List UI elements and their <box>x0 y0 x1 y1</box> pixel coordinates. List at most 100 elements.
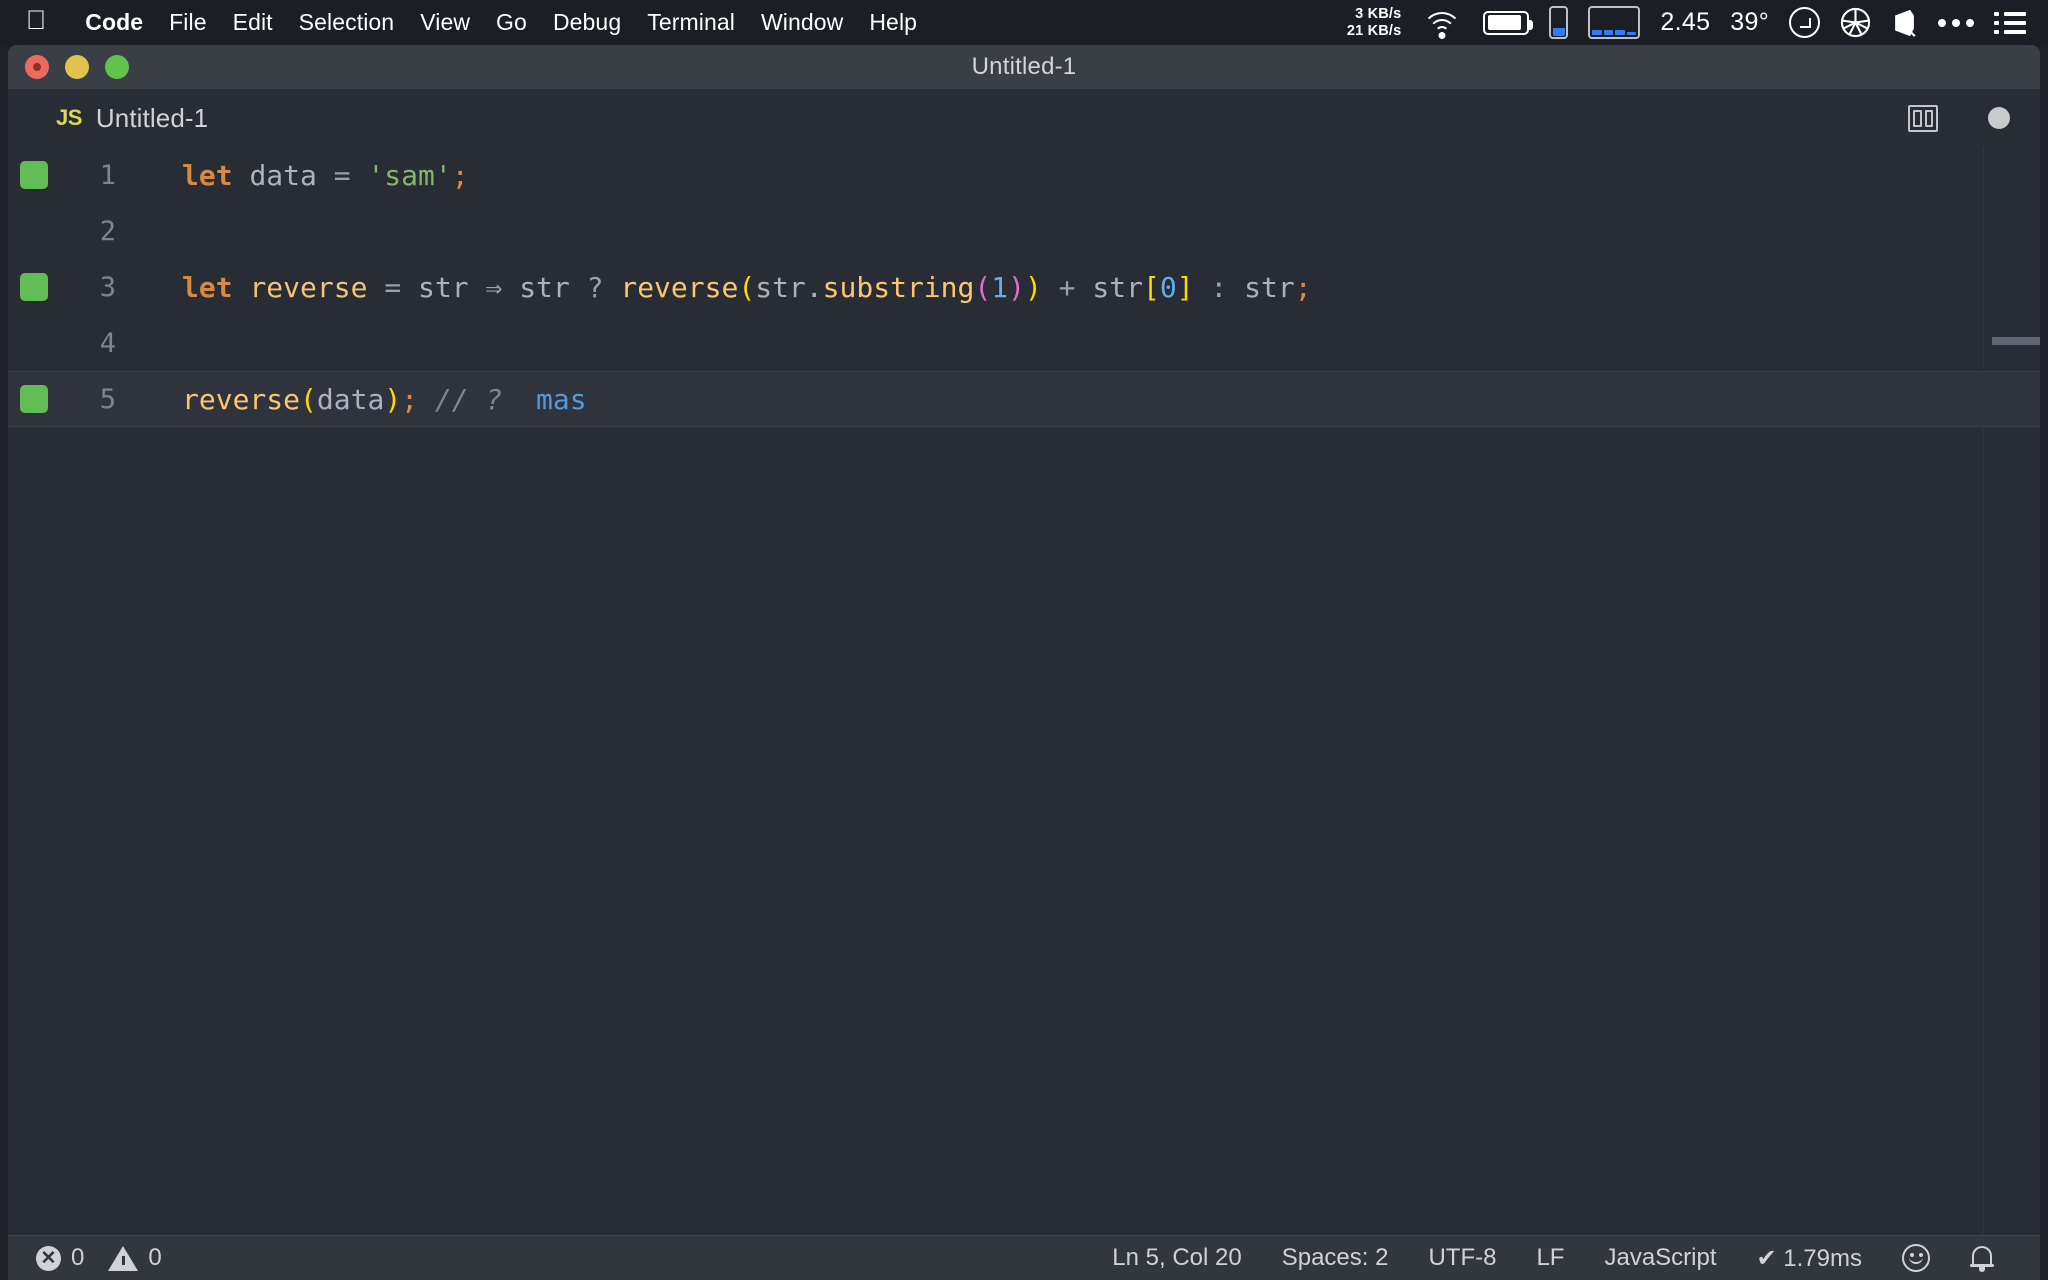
token-string: 'sam' <box>367 158 452 192</box>
cursor-position[interactable]: Ln 5, Col 20 <box>1092 1244 1261 1272</box>
ellipsis-icon[interactable] <box>1938 18 1974 27</box>
traffic-lights <box>25 45 129 89</box>
token-plus: + <box>1058 270 1076 304</box>
line-number: 2 <box>99 215 116 247</box>
tab-untitled-1[interactable]: JS Untitled-1 <box>8 89 231 147</box>
tab-label: Untitled-1 <box>95 102 209 133</box>
clock-hand <box>1800 18 1811 28</box>
zoom-button[interactable] <box>105 55 129 79</box>
battery-icon[interactable] <box>1483 10 1534 35</box>
error-icon: ✕ <box>36 1245 61 1271</box>
token-paren-outer-close: ) <box>1024 270 1042 304</box>
cpu-load-value[interactable]: 2.45 <box>1660 8 1710 37</box>
close-button[interactable] <box>25 55 49 79</box>
menu-item-debug[interactable]: Debug <box>540 9 634 36</box>
clock-circle-icon[interactable] <box>1789 7 1820 38</box>
token-call: reverse <box>620 270 739 304</box>
token-paren-open: ( <box>300 382 317 416</box>
token-function-name: reverse <box>249 270 368 304</box>
problems-indicator[interactable]: ✕ 0 0 <box>36 1244 162 1272</box>
battery-fill <box>1487 15 1521 30</box>
apple-logo-icon[interactable]:  <box>26 7 46 34</box>
token-paren-inner-close: ) <box>1008 270 1025 304</box>
language-mode[interactable]: JavaScript <box>1584 1244 1736 1272</box>
menu-item-file[interactable]: File <box>156 9 219 36</box>
phone-gauge-level <box>1552 27 1565 36</box>
smiley-icon <box>1902 1244 1930 1272</box>
unsaved-indicator-icon[interactable] <box>1988 107 2010 129</box>
code-editor[interactable]: 1 let data = 'sam'; 2 3 let reverse = st… <box>8 147 2040 1235</box>
network-speed-indicator[interactable]: 3 KB/s 21 KB/s <box>1347 6 1402 40</box>
token-semicolon: ; <box>1294 270 1312 304</box>
code-text[interactable]: let data = 'sam'; <box>130 159 469 192</box>
warning-icon <box>108 1245 139 1271</box>
token-keyword: let <box>182 158 233 192</box>
editor-line-4[interactable]: 4 <box>8 315 2040 371</box>
mac-menu-bar:  Code File Edit Selection View Go Debug… <box>0 0 2048 45</box>
aperture-icon[interactable] <box>1840 7 1871 38</box>
notifications-button[interactable] <box>1950 1245 2014 1272</box>
status-bar: ✕ 0 0 Ln 5, Col 20 Spaces: 2 UTF-8 LF Ja… <box>8 1235 2040 1280</box>
bell-icon <box>1970 1245 1994 1272</box>
token-operator: = <box>384 270 402 304</box>
token-variable: str <box>1092 270 1143 304</box>
editor-scrollbar-thumb[interactable] <box>1992 337 2040 345</box>
token-number: 1 <box>991 270 1009 304</box>
warning-count: 0 <box>148 1244 162 1271</box>
editor-scroll-divider <box>1983 147 1984 1235</box>
feedback-button[interactable] <box>1882 1244 1950 1272</box>
token-object: str. <box>755 270 823 304</box>
quokka-coverage-marker[interactable] <box>20 161 48 189</box>
token-param: str <box>418 270 469 304</box>
editor-line-1[interactable]: 1 let data = 'sam'; <box>8 147 2040 203</box>
dropbox-icon[interactable] <box>1891 8 1918 38</box>
editor-line-3[interactable]: 3 let reverse = str ⇒ str ? reverse(str.… <box>8 259 2040 315</box>
quokka-inline-value: mas <box>536 382 587 416</box>
menu-item-go[interactable]: Go <box>483 9 540 36</box>
vscode-window: Untitled-1 JS Untitled-1 1 let data = 's… <box>8 45 2040 1280</box>
encoding[interactable]: UTF-8 <box>1408 1244 1516 1272</box>
token-bracket-close: ] <box>1176 270 1194 304</box>
menu-item-selection[interactable]: Selection <box>286 9 408 36</box>
menu-item-help[interactable]: Help <box>856 9 930 36</box>
indentation[interactable]: Spaces: 2 <box>1262 1244 1409 1272</box>
phone-gauge-icon[interactable] <box>1549 6 1569 39</box>
quokka-run-time[interactable]: ✔ 1.79ms <box>1737 1244 1882 1273</box>
token-method: substring <box>822 270 975 304</box>
network-download-rate: 3 KB/s <box>1355 5 1402 22</box>
token-semicolon: ; <box>401 382 419 416</box>
window-title: Untitled-1 <box>971 53 1077 80</box>
code-text[interactable]: let reverse = str ⇒ str ? reverse(str.su… <box>130 271 1312 304</box>
menu-item-edit[interactable]: Edit <box>220 9 286 36</box>
menu-item-view[interactable]: View <box>407 9 483 36</box>
token-ternary-question: ? <box>586 270 604 304</box>
code-text[interactable]: reverse(data); // ? mas <box>130 383 587 416</box>
window-title-bar: Untitled-1 <box>8 45 2040 89</box>
error-count: 0 <box>71 1244 85 1271</box>
token-semicolon: ; <box>451 158 469 192</box>
token-bracket-open: [ <box>1142 270 1160 304</box>
editor-line-2[interactable]: 2 <box>8 203 2040 259</box>
token-paren-close: ) <box>384 382 402 416</box>
menu-item-terminal[interactable]: Terminal <box>634 9 748 36</box>
temperature-value[interactable]: 39° <box>1730 8 1769 37</box>
token-comment: // ? <box>434 382 503 416</box>
split-editor-icon[interactable] <box>1908 104 1938 132</box>
line-number: 4 <box>99 327 116 359</box>
menu-item-code[interactable]: Code <box>72 9 156 36</box>
token-paren-inner-open: ( <box>974 270 992 304</box>
wifi-icon[interactable] <box>1421 8 1463 39</box>
editor-line-5[interactable]: 5 reverse(data); // ? mas <box>8 371 2040 427</box>
end-of-line[interactable]: LF <box>1516 1244 1584 1272</box>
list-icon[interactable] <box>1994 11 2026 34</box>
network-upload-rate: 21 KB/s <box>1346 22 1402 39</box>
menu-item-window[interactable]: Window <box>748 9 856 36</box>
editor-actions <box>1908 104 2010 132</box>
menubar-status-items: 3 KB/s 21 KB/s 2.45 39° <box>1327 6 2026 40</box>
token-ternary-colon: : <box>1210 270 1228 304</box>
histogram-icon[interactable] <box>1588 6 1641 39</box>
quokka-coverage-marker[interactable] <box>20 385 48 413</box>
quokka-coverage-marker[interactable] <box>20 273 48 301</box>
token-number: 0 <box>1159 270 1177 304</box>
minimize-button[interactable] <box>65 55 89 79</box>
